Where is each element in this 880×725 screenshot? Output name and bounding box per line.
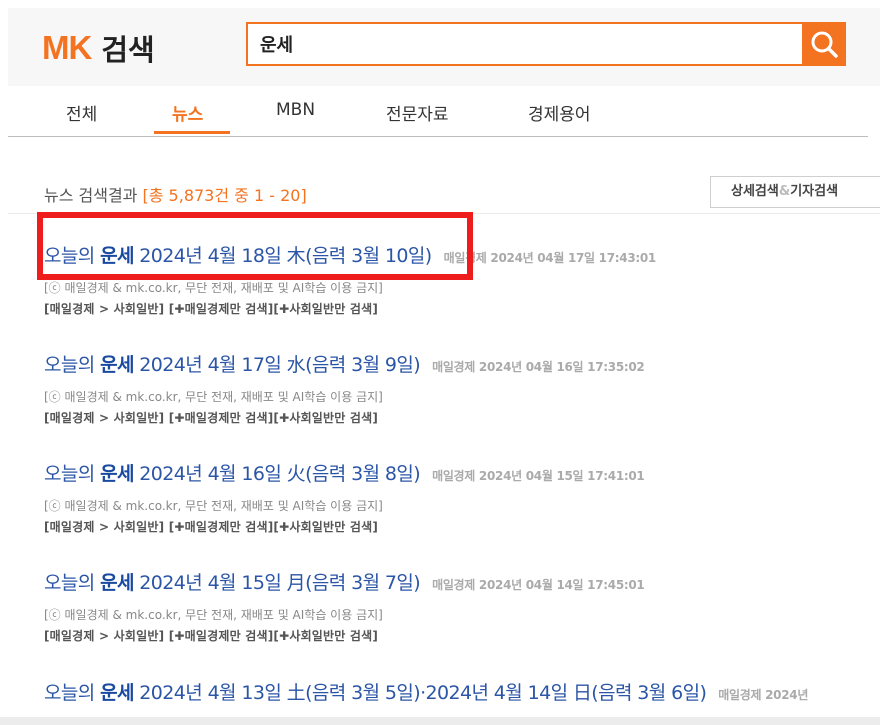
news-category-line: [매일경제 > 사회일반] [✚매일경제만 검색][✚사회일반만 검색] xyxy=(44,409,644,426)
result-summary: 뉴스 검색결과 [총 5,873건 중 1 - 20] xyxy=(44,182,307,206)
title-keyword: 운세 xyxy=(100,354,134,376)
magnifier-icon xyxy=(811,31,838,58)
news-copyright: [ⓒ 매일경제 & mk.co.kr, 무단 전재, 재배포 및 AI학습 이용… xyxy=(44,499,383,513)
logo-search-text: 검색 xyxy=(101,33,155,67)
news-item: 오늘의 운세 2024년 4월 15일 月(음력 3월 7일) 매일경제 202… xyxy=(44,568,645,644)
news-meta: 매일경제 2024년 04월 17일 17:43:01 xyxy=(443,251,657,265)
tab-news[interactable]: 뉴스 xyxy=(172,100,203,125)
detail-search-amp: & xyxy=(778,184,791,199)
title-suffix: 2024년 4월 17일 水(음력 3월 9일) xyxy=(133,354,421,376)
news-title-link[interactable]: 오늘의 운세 2024년 4월 17일 水(음력 3월 9일) xyxy=(44,350,421,377)
news-item: 오늘의 운세 2024년 4월 13일 土(음력 3월 5일)·2024년 4월… xyxy=(44,678,880,705)
title-prefix: 오늘의 xyxy=(44,572,101,594)
filter-section-link[interactable]: [✚사회일반만 검색] xyxy=(273,411,378,425)
highlight-box xyxy=(37,212,473,280)
news-meta: 매일경제 2024년 04월 16일 17:35:02 xyxy=(432,360,645,374)
title-prefix: 오늘의 xyxy=(44,463,101,485)
title-prefix: 오늘의 xyxy=(44,354,101,376)
news-title-link[interactable]: 오늘의 운세 2024년 4월 15일 月(음력 3월 7일) xyxy=(44,568,421,595)
filter-section-link[interactable]: [✚사회일반만 검색] xyxy=(273,302,378,316)
tab-mbn[interactable]: MBN xyxy=(276,100,315,120)
reporter-search-label: 기자검색 xyxy=(790,184,839,199)
search-input[interactable] xyxy=(258,32,802,56)
news-category-line: [매일경제 > 사회일반] [✚매일경제만 검색][✚사회일반만 검색] xyxy=(44,300,656,317)
category-path[interactable]: [매일경제 > 사회일반] xyxy=(44,629,164,643)
news-category-line: [매일경제 > 사회일반] [✚매일경제만 검색][✚사회일반만 검색] xyxy=(44,627,644,644)
news-meta: 매일경제 2024년 04월 14일 17:45:01 xyxy=(432,578,645,592)
news-copyright: [ⓒ 매일경제 & mk.co.kr, 무단 전재, 재배포 및 AI학습 이용… xyxy=(44,390,383,404)
tab-econ-terms[interactable]: 경제용어 xyxy=(528,100,591,125)
title-keyword: 운세 xyxy=(100,572,134,594)
title-suffix: 2024년 4월 15일 月(음력 3월 7일) xyxy=(133,572,421,594)
logo-mk-text: MK xyxy=(42,29,92,66)
filter-source-link[interactable]: [✚매일경제만 검색] xyxy=(169,411,274,425)
title-prefix: 오늘의 xyxy=(44,682,101,704)
news-title-link[interactable]: 오늘의 운세 2024년 4월 16일 火(음력 3월 8일) xyxy=(44,459,421,486)
result-head-label: 뉴스 검색결과 xyxy=(44,186,138,205)
title-suffix: 2024년 4월 13일 土(음력 3월 5일)·2024년 4월 14일 日(… xyxy=(133,682,707,704)
news-copyright: [ⓒ 매일경제 & mk.co.kr, 무단 전재, 재배포 및 AI학습 이용… xyxy=(44,608,383,622)
mk-search-logo[interactable]: MK 검색 xyxy=(42,28,155,68)
category-path[interactable]: [매일경제 > 사회일반] xyxy=(44,302,164,316)
search-button[interactable] xyxy=(802,22,846,66)
news-item: 오늘의 운세 2024년 4월 16일 火(음력 3월 8일) 매일경제 202… xyxy=(44,459,645,535)
result-count: [총 5,873건 중 1 - 20] xyxy=(142,186,307,205)
news-item: 오늘의 운세 2024년 4월 17일 水(음력 3월 9일) 매일경제 202… xyxy=(44,350,645,426)
filter-source-link[interactable]: [✚매일경제만 검색] xyxy=(169,629,274,643)
category-path[interactable]: [매일경제 > 사회일반] xyxy=(44,411,164,425)
news-category-line: [매일경제 > 사회일반] [✚매일경제만 검색][✚사회일반만 검색] xyxy=(44,518,644,535)
category-path[interactable]: [매일경제 > 사회일반] xyxy=(44,520,164,534)
news-copyright: [ⓒ 매일경제 & mk.co.kr, 무단 전재, 재배포 및 AI학습 이용… xyxy=(44,281,383,295)
title-suffix: 2024년 4월 16일 火(음력 3월 8일) xyxy=(133,463,421,485)
news-meta: 매일경제 2024년 xyxy=(718,688,809,702)
detail-search-button[interactable]: 상세검색&기자검색 xyxy=(710,176,880,208)
filter-source-link[interactable]: [✚매일경제만 검색] xyxy=(169,302,274,316)
news-meta: 매일경제 2024년 04월 15일 17:41:01 xyxy=(432,469,645,483)
active-tab-indicator xyxy=(154,131,230,134)
detail-search-label: 상세검색 xyxy=(731,184,779,199)
filter-source-link[interactable]: [✚매일경제만 검색] xyxy=(169,520,274,534)
tab-archive[interactable]: 전문자료 xyxy=(386,100,449,125)
tab-all[interactable]: 전체 xyxy=(66,100,97,125)
search-header: MK 검색 xyxy=(8,8,880,86)
category-tabs: 전체 뉴스 MBN 전문자료 경제용어 xyxy=(8,86,868,137)
news-title-link[interactable]: 오늘의 운세 2024년 4월 13일 土(음력 3월 5일)·2024년 4월… xyxy=(44,678,707,705)
search-box[interactable] xyxy=(246,22,802,66)
bottom-strip xyxy=(0,717,880,725)
filter-section-link[interactable]: [✚사회일반만 검색] xyxy=(273,629,378,643)
title-keyword: 운세 xyxy=(100,682,134,704)
title-keyword: 운세 xyxy=(100,463,134,485)
filter-section-link[interactable]: [✚사회일반만 검색] xyxy=(273,520,378,534)
